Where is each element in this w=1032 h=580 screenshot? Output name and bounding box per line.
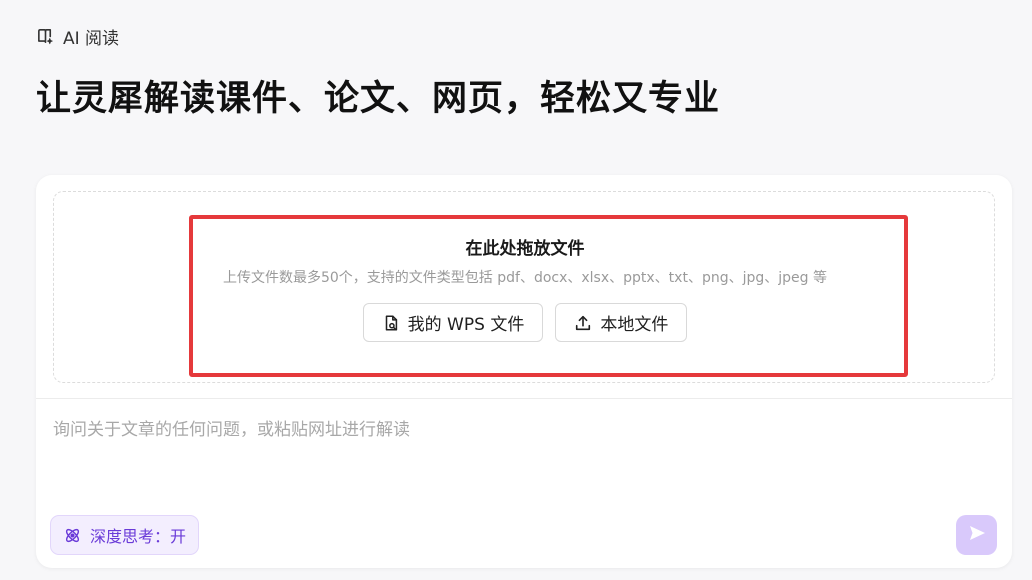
breadcrumb[interactable]: AI 阅读 <box>36 24 120 49</box>
local-file-label: 本地文件 <box>600 315 669 335</box>
send-button[interactable] <box>956 515 997 555</box>
book-sparkle-icon <box>36 27 55 46</box>
send-icon <box>967 523 987 547</box>
file-dropzone[interactable]: 在此处拖放文件 上传文件数最多50个，支持的文件类型包括 pdf、docx、xl… <box>53 191 995 383</box>
upload-icon <box>574 314 592 332</box>
deep-think-toggle[interactable]: 深度思考：开 <box>50 515 200 555</box>
question-input[interactable] <box>53 415 993 505</box>
wps-file-icon <box>382 314 400 332</box>
local-file-button[interactable]: 本地文件 <box>555 303 688 342</box>
page-title: 让灵犀解读课件、论文、网页，轻松又专业 <box>36 79 721 119</box>
reader-card: 在此处拖放文件 上传文件数最多50个，支持的文件类型包括 pdf、docx、xl… <box>36 175 1012 568</box>
atom-icon <box>63 526 82 545</box>
dropzone-description: 上传文件数最多50个，支持的文件类型包括 pdf、docx、xlsx、pptx、… <box>222 270 827 286</box>
my-wps-files-button[interactable]: 我的 WPS 文件 <box>362 303 544 342</box>
my-wps-files-label: 我的 WPS 文件 <box>407 315 525 335</box>
upload-button-row: 我的 WPS 文件 本地文件 <box>54 303 996 342</box>
divider <box>36 398 1012 399</box>
dropzone-title: 在此处拖放文件 <box>465 239 585 259</box>
breadcrumb-label: AI 阅读 <box>63 28 120 49</box>
deep-think-label: 深度思考：开 <box>90 527 187 546</box>
page: AI 阅读 让灵犀解读课件、论文、网页，轻松又专业 在此处拖放文件 上传文件数最… <box>0 0 1032 580</box>
